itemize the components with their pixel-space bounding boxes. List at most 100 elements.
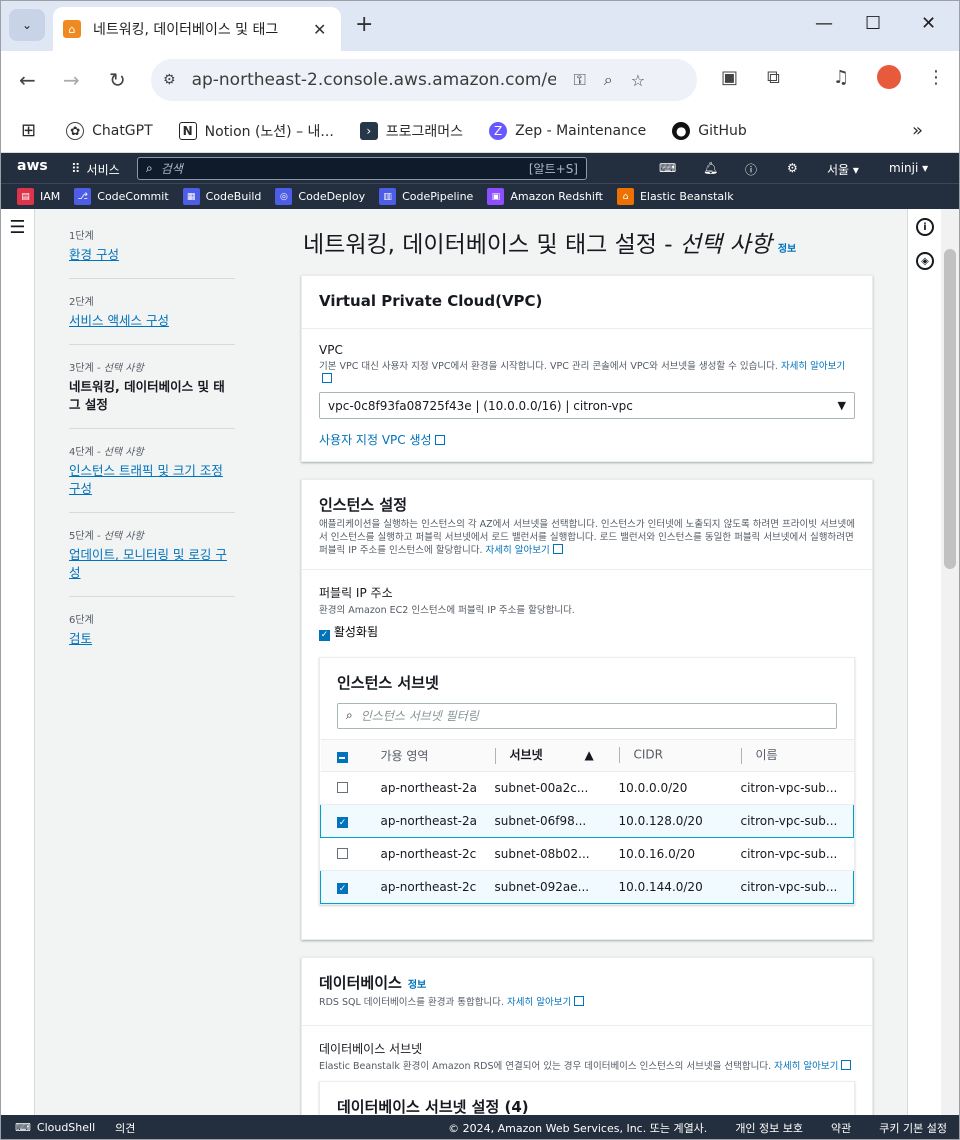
minimize-icon[interactable]: —: [815, 13, 833, 34]
fav-codepipeline[interactable]: ▥ CodePipeline: [379, 188, 473, 205]
bookmark-label: Notion (노션) – 내...: [204, 123, 334, 140]
bookmark-star-icon[interactable]: ☆: [631, 71, 645, 90]
address-bar[interactable]: ⚙ ap-northeast-2.console.aws.amazon.com/…: [151, 59, 697, 101]
cloudshell-footer-icon[interactable]: ⌨: [15, 1121, 31, 1134]
site-info-icon[interactable]: ⚙: [163, 72, 176, 88]
info-link[interactable]: 정보: [408, 980, 426, 991]
table-row[interactable]: ap-northeast-2c subnet-08b02... 10.0.16.…: [320, 837, 854, 871]
card-header: 데이터베이스 정보 RDS SQL 데이터베이스를 환경과 통합합니다. 자세히 …: [302, 958, 872, 1026]
step-link[interactable]: 환경 구성: [69, 246, 235, 264]
page-scrollbar[interactable]: [941, 209, 959, 1115]
col-name[interactable]: 이름: [732, 738, 854, 772]
subnet-filter-input[interactable]: ⌕ 인스턴스 서브넷 필터링: [337, 702, 837, 729]
row-checkbox[interactable]: ✓: [337, 883, 348, 895]
nav-menu-icon[interactable]: ☰: [1, 209, 35, 1115]
bookmark-github[interactable]: ● GitHub: [672, 121, 747, 140]
cell-name: citron-vpc-sub...: [732, 869, 854, 904]
table-row[interactable]: ✓ ap-northeast-2c subnet-092ae... 10.0.1…: [320, 869, 854, 904]
search-icon: ⌕: [346, 708, 353, 722]
step-link[interactable]: 업데이트, 모니터링 및 로깅 구성: [69, 546, 235, 582]
step-link[interactable]: 검토: [69, 630, 235, 648]
wizard-steps: 1단계 환경 구성 2단계 서비스 액세스 구성 3단계 - 선택 사항 네트워…: [69, 227, 235, 676]
cloudshell-icon[interactable]: ⌨: [659, 161, 676, 175]
create-vpc-link[interactable]: 사용자 지정 VPC 생성: [319, 433, 432, 447]
services-menu[interactable]: ⠿ 서비스: [71, 161, 120, 178]
public-ip-checkbox[interactable]: ✓: [319, 629, 330, 641]
feedback-link[interactable]: 의견: [115, 1120, 135, 1136]
scrollbar-thumb[interactable]: [944, 249, 956, 569]
step-link[interactable]: 인스턴스 트래픽 및 크기 조정 구성: [69, 462, 235, 498]
row-checkbox[interactable]: [336, 847, 348, 859]
more-bookmarks-icon[interactable]: »: [912, 120, 923, 141]
column-divider: [494, 747, 496, 764]
help-icon[interactable]: ⓘ: [745, 161, 757, 178]
account-menu[interactable]: minji ▾: [889, 161, 928, 175]
settings-gear-icon[interactable]: ⚙: [787, 161, 798, 175]
table-header-row: 가용 영역 서브넷 ▲ CIDR 이름: [320, 738, 854, 772]
forward-icon[interactable]: →: [63, 68, 80, 92]
fav-codecommit[interactable]: ⎇ CodeCommit: [74, 188, 169, 205]
learn-more-link[interactable]: 자세히 알아보기: [507, 997, 571, 1008]
info-panel-icon[interactable]: i: [916, 218, 934, 236]
terms-link[interactable]: 약관: [831, 1120, 851, 1136]
table-row[interactable]: ap-northeast-2a subnet-00a2c... 10.0.0.0…: [320, 771, 854, 805]
step-number: 5단계: [69, 531, 94, 542]
maximize-icon[interactable]: ☐: [865, 13, 881, 34]
cookies-link[interactable]: 쿠키 기본 설정: [879, 1120, 947, 1136]
region-selector[interactable]: 서울 ▾: [827, 161, 859, 178]
close-window-icon[interactable]: ✕: [921, 13, 936, 34]
zoom-icon[interactable]: ⌕: [604, 70, 613, 90]
aws-logo[interactable]: aws: [17, 158, 48, 174]
cloudshell-link[interactable]: CloudShell: [37, 1121, 95, 1134]
bookmark-programmers[interactable]: › 프로그래머스: [359, 121, 463, 141]
fav-iam[interactable]: ▤ IAM: [17, 188, 60, 205]
learn-more-link[interactable]: 자세히 알아보기: [781, 361, 845, 372]
media-controls-icon[interactable]: ♫: [833, 67, 849, 88]
step-label: 5단계 - 선택 사항: [69, 527, 235, 542]
extension-note-icon[interactable]: ▣: [721, 67, 738, 88]
codecommit-icon: ⎇: [74, 188, 92, 205]
col-subnet[interactable]: 서브넷 ▲: [486, 738, 611, 772]
profile-avatar[interactable]: [877, 65, 901, 89]
db-subnet-panel: 데이터베이스 서브넷 설정 (4): [319, 1081, 855, 1115]
tutorial-icon[interactable]: ◈: [916, 252, 934, 270]
privacy-link[interactable]: 개인 정보 보호: [735, 1120, 803, 1136]
menu-kebab-icon[interactable]: ⋮: [927, 67, 945, 88]
info-link[interactable]: 정보: [778, 244, 796, 255]
fav-elastic-beanstalk[interactable]: ⌂ Elastic Beanstalk: [616, 188, 734, 205]
tab-search-button[interactable]: ⌄: [9, 9, 45, 41]
extensions-puzzle-icon[interactable]: ⧉: [767, 67, 780, 88]
public-ip-checkbox-row[interactable]: ✓ 활성화됨: [319, 623, 855, 641]
new-tab-icon[interactable]: +: [355, 12, 373, 37]
row-checkbox[interactable]: [336, 781, 348, 793]
col-availability-zone[interactable]: 가용 영역: [362, 738, 487, 772]
reload-icon[interactable]: ↻: [109, 68, 126, 92]
wizard-step: 3단계 - 선택 사항 네트워킹, 데이터베이스 및 태그 설정: [69, 359, 235, 429]
browser-tab[interactable]: ⌂ 네트워킹, 데이터베이스 및 태그 ✕: [53, 7, 341, 51]
table-row[interactable]: ✓ ap-northeast-2a subnet-06f98... 10.0.1…: [320, 803, 854, 838]
row-checkbox[interactable]: ✓: [337, 817, 348, 829]
fav-redshift[interactable]: ▣ Amazon Redshift: [487, 188, 603, 205]
learn-more-link[interactable]: 자세히 알아보기: [774, 1061, 838, 1072]
fav-codebuild[interactable]: ▦ CodeBuild: [182, 188, 261, 205]
aws-search-input[interactable]: ⌕ 검색 [알트+S]: [137, 157, 587, 180]
step-link[interactable]: 서비스 액세스 구성: [69, 312, 235, 330]
bookmark-zep[interactable]: Z Zep - Maintenance: [489, 121, 646, 140]
select-all-checkbox[interactable]: [336, 752, 348, 764]
notifications-bell-icon[interactable]: 🔔︎: [703, 161, 718, 175]
learn-more-link[interactable]: 자세히 알아보기: [486, 545, 550, 556]
cell-az: ap-northeast-2a: [362, 803, 487, 838]
back-icon[interactable]: ←: [19, 68, 36, 92]
search-placeholder: 검색: [160, 162, 183, 176]
card-body: 퍼블릭 IP 주소 환경의 Amazon EC2 인스턴스에 퍼블릭 IP 주소…: [302, 570, 872, 919]
page-title-text: 네트워킹, 데이터베이스 및 태그 설정 -: [303, 232, 680, 258]
apps-grid-icon[interactable]: ⊞: [21, 120, 36, 141]
close-tab-icon[interactable]: ✕: [313, 20, 326, 39]
fav-codedeploy[interactable]: ◎ CodeDeploy: [275, 188, 365, 205]
bookmark-label: ChatGPT: [92, 122, 153, 139]
col-cidr[interactable]: CIDR: [610, 738, 733, 772]
bookmark-chatgpt[interactable]: ✿ ChatGPT: [66, 121, 153, 140]
password-key-icon[interactable]: ⚿: [574, 70, 586, 90]
vpc-select[interactable]: vpc-0c8f93fa08725f43e | (10.0.0.0/16) | …: [319, 392, 855, 419]
bookmark-notion[interactable]: N Notion (노션) – 내...: [178, 121, 334, 141]
